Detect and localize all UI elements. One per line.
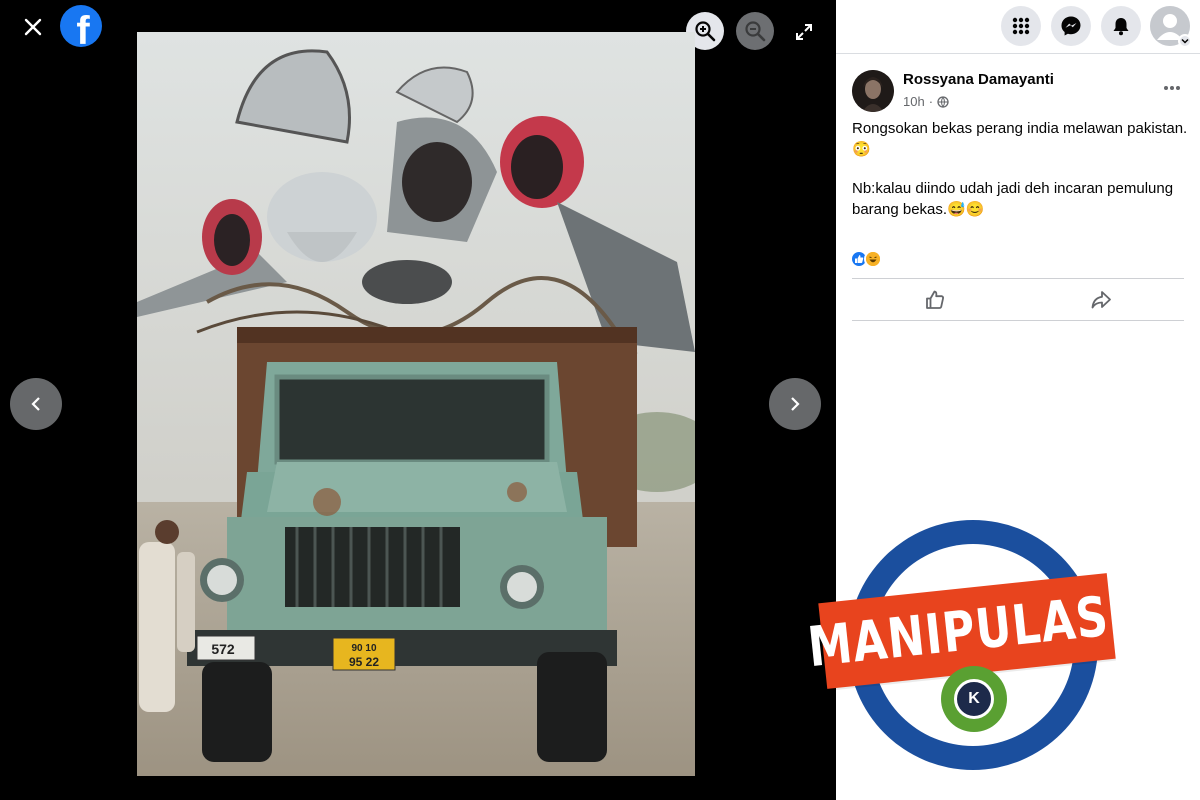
messenger-icon <box>1061 16 1081 36</box>
svg-text:572: 572 <box>211 641 235 657</box>
more-horizontal-icon <box>1164 86 1180 90</box>
zoom-in-icon <box>695 21 716 42</box>
globe-icon <box>937 95 949 108</box>
chevron-down-icon <box>1178 34 1192 48</box>
close-button[interactable] <box>16 10 50 44</box>
share-button[interactable] <box>1018 280 1184 320</box>
messenger-button[interactable] <box>1051 6 1091 46</box>
post-text: Rongsokan bekas perang india melawan pak… <box>852 118 1192 238</box>
author-name[interactable]: Rossyana Damayanti <box>903 71 1054 88</box>
truck-with-jet-wreckage-image: 572 90 10 95 22 <box>137 32 695 776</box>
haha-reaction-icon <box>864 250 882 268</box>
post-meta: 10h · <box>903 94 949 109</box>
menu-button[interactable] <box>1001 6 1041 46</box>
share-icon <box>1091 291 1111 309</box>
expand-icon <box>796 24 812 40</box>
apps-grid-icon <box>1012 17 1030 35</box>
divider <box>852 278 1184 279</box>
manipulation-stamp: MANIPULASI K <box>805 520 1129 780</box>
zoom-out-button[interactable] <box>736 12 774 50</box>
svg-text:90 10: 90 10 <box>351 643 376 654</box>
bell-icon <box>1113 18 1129 36</box>
more-options-button[interactable] <box>1160 78 1184 98</box>
facebook-logo[interactable]: f <box>60 5 102 47</box>
author-avatar[interactable] <box>852 70 894 112</box>
close-icon <box>24 18 42 36</box>
zoom-out-icon <box>745 21 766 42</box>
post-paragraph: Rongsokan bekas perang india melawan pak… <box>852 120 1188 158</box>
fullscreen-button[interactable] <box>790 18 818 46</box>
divider <box>852 320 1184 321</box>
post-time[interactable]: 10h <box>903 94 925 109</box>
previous-photo-button[interactable] <box>10 378 62 430</box>
post-paragraph: Nb:kalau diindo udah jadi deh incaran pe… <box>852 180 1174 218</box>
thumbs-up-icon <box>926 290 945 309</box>
like-button[interactable] <box>852 280 1018 320</box>
post-actions <box>852 280 1184 320</box>
chevron-left-icon <box>31 397 40 411</box>
notifications-button[interactable] <box>1101 6 1141 46</box>
next-photo-button[interactable] <box>769 378 821 430</box>
top-bar <box>836 0 1200 54</box>
chevron-right-icon <box>791 397 800 411</box>
svg-text:95 22: 95 22 <box>349 655 379 669</box>
badge-logo: K <box>954 679 994 719</box>
account-button[interactable] <box>1150 6 1192 48</box>
photo-viewer: f 572 90 10 95 22 <box>0 0 836 800</box>
fact-check-badge: K <box>941 666 1007 732</box>
reaction-summary[interactable] <box>850 250 882 268</box>
post-photo: 572 90 10 95 22 <box>137 32 695 776</box>
